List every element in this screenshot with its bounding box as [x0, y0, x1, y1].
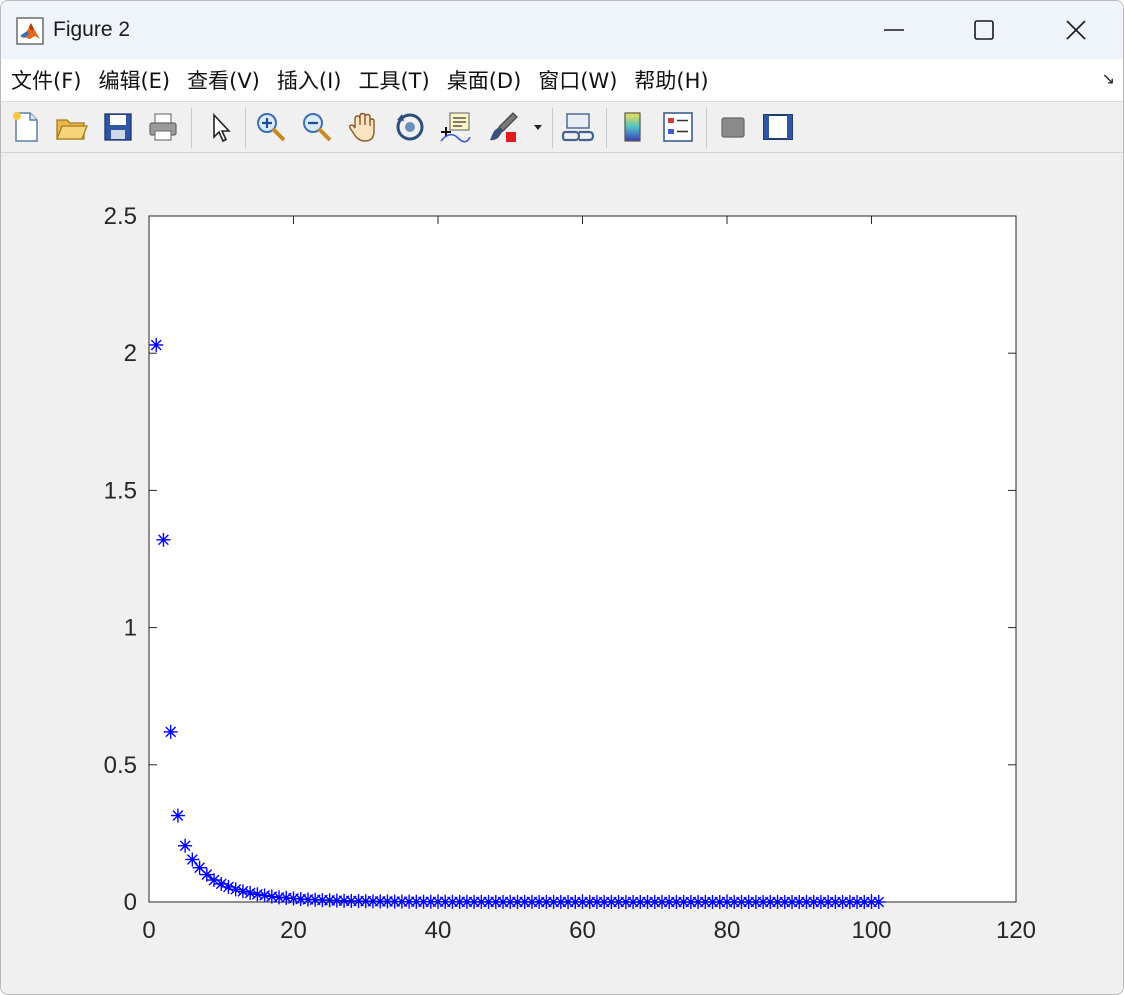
figure-toolbar — [1, 102, 1123, 153]
y-tick-label: 1 — [124, 615, 137, 642]
figure-canvas[interactable]: 0 20 40 60 80 100 120 0 0.5 1 1.5 2 2.5 — [1, 153, 1123, 994]
print-icon[interactable] — [146, 110, 180, 144]
maximize-icon — [973, 19, 995, 41]
x-tick-label: 80 — [714, 917, 741, 944]
y-tick-label: 2.5 — [104, 203, 137, 230]
menu-bar: 文件(F) 编辑(E) 查看(V) 插入(I) 工具(T) 桌面(D) 窗口(W… — [1, 59, 1123, 102]
x-tick-label: 40 — [425, 917, 452, 944]
menu-desktop[interactable]: 桌面(D) — [447, 65, 522, 95]
menu-edit[interactable]: 编辑(E) — [98, 65, 170, 95]
maximize-button[interactable] — [939, 1, 1029, 59]
minimize-button[interactable] — [849, 1, 939, 59]
legend-icon[interactable] — [661, 110, 695, 144]
y-tick-label: 0.5 — [104, 752, 137, 779]
rotate-3d-icon[interactable] — [393, 110, 427, 144]
title-bar[interactable]: Figure 2 — [1, 1, 1123, 59]
y-tick-label: 0 — [124, 889, 137, 916]
menu-file[interactable]: 文件(F) — [11, 65, 81, 95]
hide-plot-tools-icon[interactable] — [716, 110, 750, 144]
menu-insert[interactable]: 插入(I) — [277, 65, 342, 95]
menu-view[interactable]: 查看(V) — [187, 65, 260, 95]
brush-icon[interactable] — [486, 110, 520, 144]
figure-window: Figure 2 文件(F) 编辑(E) 查看(V) 插入(I) 工具(T) 桌… — [0, 0, 1124, 995]
colorbar-icon[interactable] — [616, 110, 650, 144]
select-pointer-icon[interactable] — [204, 110, 238, 144]
axes-background — [148, 215, 1017, 903]
toolbar-separator — [606, 108, 607, 148]
matlab-logo-icon — [16, 17, 44, 45]
y-tick-label: 1.5 — [104, 477, 137, 504]
toolbar-separator — [706, 108, 707, 148]
data-cursor-icon[interactable] — [438, 110, 472, 144]
x-tick-label: 100 — [851, 917, 891, 944]
toolbar-separator — [191, 108, 192, 148]
zoom-out-icon[interactable] — [300, 110, 334, 144]
new-figure-icon[interactable] — [9, 110, 43, 144]
x-tick-label: 120 — [996, 917, 1036, 944]
scatter-plot[interactable]: 0 20 40 60 80 100 120 0 0.5 1 1.5 2 2.5 — [1, 153, 1123, 994]
y-tick-label: 2 — [124, 340, 137, 367]
toolbar-separator — [552, 108, 553, 148]
open-file-icon[interactable] — [54, 110, 88, 144]
x-tick-label: 0 — [142, 917, 155, 944]
dock-arrow-icon[interactable]: ↘ — [1102, 69, 1115, 88]
save-icon[interactable] — [101, 110, 135, 144]
link-plot-icon[interactable] — [561, 110, 595, 144]
menu-help[interactable]: 帮助(H) — [634, 65, 708, 95]
show-plot-tools-icon[interactable] — [761, 110, 795, 144]
menu-tools[interactable]: 工具(T) — [358, 65, 429, 95]
menu-window[interactable]: 窗口(W) — [538, 65, 617, 95]
pan-hand-icon[interactable] — [346, 110, 380, 144]
close-button[interactable] — [1031, 1, 1121, 59]
window-title: Figure 2 — [53, 18, 131, 41]
zoom-in-icon[interactable] — [254, 110, 288, 144]
brush-dropdown-icon[interactable] — [528, 110, 548, 144]
x-tick-label: 20 — [280, 917, 307, 944]
toolbar-separator — [245, 108, 246, 148]
close-icon — [1065, 19, 1087, 41]
x-tick-label: 60 — [569, 917, 596, 944]
minimize-icon — [883, 19, 905, 41]
